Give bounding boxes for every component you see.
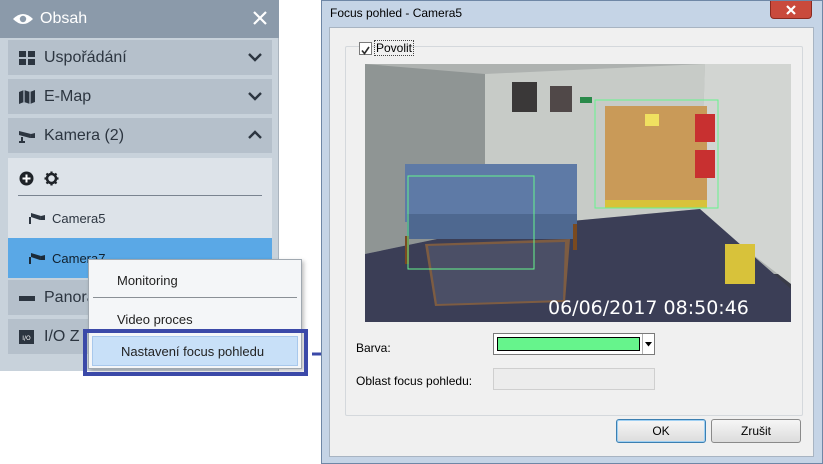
color-label: Barva:: [356, 341, 391, 355]
dialog-close-button[interactable]: [770, 1, 812, 19]
panorama-icon: [19, 295, 35, 301]
section-emap[interactable]: E-Map: [8, 79, 272, 116]
dropdown-button[interactable]: [642, 334, 654, 354]
color-swatch: [497, 337, 640, 351]
camera-toolbar: [8, 158, 272, 198]
panel-title: Obsah: [40, 10, 88, 27]
dialog-body: Povolit 06/06/2017 08:50:46 Barva: Oblas…: [329, 27, 814, 457]
focus-view-dialog: Focus pohled - Camera5 Povolit 06/06/201…: [321, 0, 823, 464]
enable-label[interactable]: Povolit: [374, 40, 415, 56]
menu-item-monitoring[interactable]: Monitoring: [89, 265, 301, 295]
chevron-up-icon[interactable]: [248, 130, 262, 140]
section-cameras[interactable]: Kamera (2): [8, 118, 272, 155]
area-label: Oblast focus pohledu:: [356, 374, 473, 388]
camera-icon: [29, 253, 45, 264]
section-label: Kamera (2): [44, 126, 125, 144]
chevron-down-icon: [645, 341, 652, 346]
menu-separator: [93, 297, 297, 298]
panel-header: Obsah: [0, 0, 279, 38]
camera-item-camera5[interactable]: Camera5: [8, 198, 272, 238]
color-dropdown[interactable]: [493, 333, 655, 355]
camera-icon: [19, 130, 35, 143]
io-icon: I/O: [19, 329, 34, 344]
chevron-down-icon[interactable]: [248, 52, 262, 62]
cancel-button[interactable]: Zrušit: [711, 419, 801, 443]
close-icon[interactable]: [251, 9, 269, 27]
video-timestamp: 06/06/2017 08:50:46: [548, 297, 749, 319]
divider: [18, 195, 262, 196]
add-icon[interactable]: [19, 171, 34, 186]
section-label: E-Map: [44, 87, 92, 105]
gear-icon[interactable]: [44, 171, 59, 186]
video-frame: 06/06/2017 08:50:46: [365, 64, 791, 322]
checkmark-icon: [361, 46, 370, 55]
svg-text:I/O: I/O: [22, 335, 31, 342]
layout-grid-icon: [19, 50, 35, 65]
close-icon: [786, 4, 796, 15]
section-label: Uspořádání: [44, 48, 127, 66]
area-field: [493, 368, 655, 390]
camera-icon: [29, 213, 45, 224]
dialog-title: Focus pohled - Camera5: [330, 6, 463, 20]
ok-button[interactable]: OK: [616, 419, 706, 443]
map-icon: [19, 89, 35, 104]
screenshot-stage: Obsah Uspořádání E-Map Kamera (2) Camera…: [0, 0, 823, 464]
chevron-down-icon[interactable]: [248, 91, 262, 101]
camera-video-preview[interactable]: 06/06/2017 08:50:46: [365, 64, 791, 322]
enable-checkbox[interactable]: [359, 42, 372, 55]
callout-highlight-box: [83, 329, 308, 376]
section-layouts[interactable]: Uspořádání: [8, 40, 272, 77]
eye-icon: [13, 14, 33, 24]
camera-label: Camera5: [52, 210, 106, 226]
section-label: I/O Z: [44, 327, 80, 345]
